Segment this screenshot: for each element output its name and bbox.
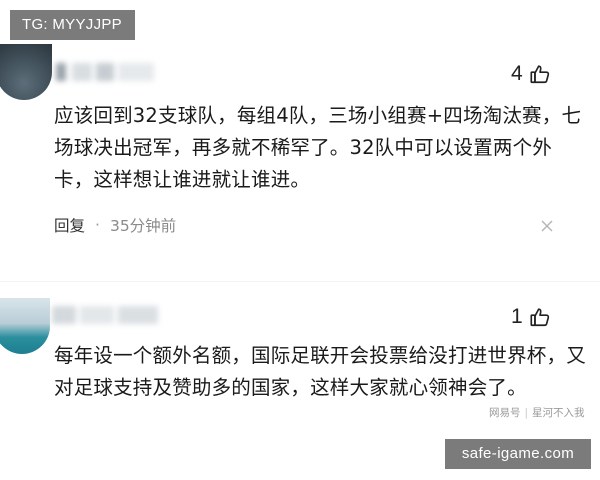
thumbs-up-icon xyxy=(530,308,549,327)
avatar[interactable] xyxy=(0,44,52,100)
like-count: 1 xyxy=(511,305,523,328)
meta-separator: · xyxy=(95,216,100,234)
username-blurred[interactable] xyxy=(56,63,156,81)
like-button[interactable]: 1 xyxy=(511,305,551,329)
thumbs-up-icon xyxy=(530,65,549,84)
watermark-separator: | xyxy=(524,406,529,419)
watermark-author: 星河不入我 xyxy=(532,407,585,419)
comment-meta: 回复 · 35分钟前 xyxy=(54,214,176,236)
comment-text: 应该回到32支球队，每组4队，三场小组赛+四场淘汰赛，七场球决出冠军，再多就不稀… xyxy=(54,104,582,191)
like-button[interactable]: 4 xyxy=(511,62,551,86)
site-label: safe-igame.com xyxy=(445,439,591,469)
source-watermark: 网易号 | 星河不入我 xyxy=(489,405,585,420)
corner-tag: TG: MYYJJPP xyxy=(10,10,135,40)
like-count: 4 xyxy=(511,62,523,85)
reply-link[interactable]: 回复 xyxy=(54,214,85,236)
watermark-brand: 网易号 xyxy=(489,407,521,419)
comment-time: 35分钟前 xyxy=(109,217,177,235)
divider xyxy=(0,281,600,282)
close-icon[interactable] xyxy=(540,219,554,233)
username-blurred[interactable] xyxy=(52,306,160,324)
avatar[interactable] xyxy=(0,298,50,354)
